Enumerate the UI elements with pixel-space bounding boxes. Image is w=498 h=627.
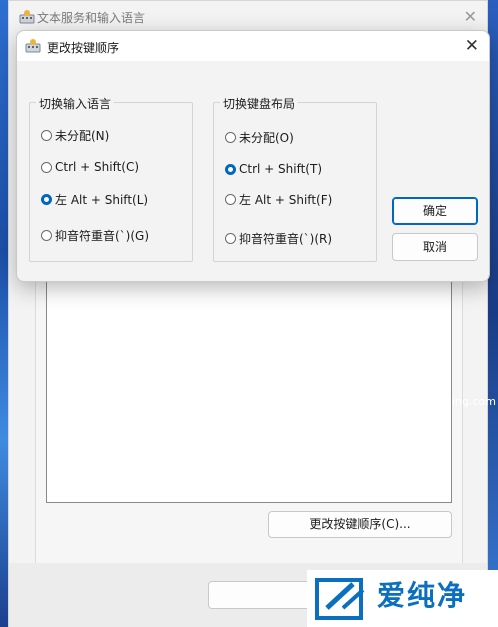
radio-layout-left-alt-shift[interactable]: 左 Alt + Shift(F) <box>225 191 332 207</box>
radio-input-lang-unassigned[interactable]: 未分配(N) <box>41 127 109 143</box>
radio-label: 抑音符重音(`)(R) <box>239 231 333 246</box>
switch-keyboard-layout-group: 切换键盘布局 未分配(O) Ctrl + Shift(T) 左 Alt + Sh… <box>213 95 377 262</box>
radio-label: 未分配(N) <box>55 128 110 143</box>
radio-icon <box>225 232 236 244</box>
radio-label: Ctrl + Shift(T) <box>239 162 323 176</box>
change-key-sequence-dialog: 更改按键顺序 ✕ 切换输入语言 未分配(N) Ctrl + Shift(C) 左… <box>16 30 490 282</box>
radio-layout-grave-accent[interactable]: 抑音符重音(`)(R) <box>225 230 332 246</box>
dialog-title: 更改按键顺序 <box>47 41 120 55</box>
switch-input-language-group: 切换输入语言 未分配(N) Ctrl + Shift(C) 左 Alt + Sh… <box>29 95 193 262</box>
radio-layout-unassigned[interactable]: 未分配(O) <box>225 129 294 145</box>
radio-icon <box>41 161 52 173</box>
watermark-url: aichunjing.com <box>412 395 496 408</box>
close-icon[interactable]: ✕ <box>465 36 479 56</box>
radio-label: 左 Alt + Shift(F) <box>239 192 333 207</box>
radio-icon <box>41 129 52 141</box>
radio-selected-icon <box>225 163 236 175</box>
ok-button[interactable]: 确定 <box>392 197 478 225</box>
radio-label: 未分配(O) <box>239 130 294 145</box>
aichunjing-logo-icon <box>315 578 365 620</box>
radio-layout-ctrl-shift[interactable]: Ctrl + Shift(T) <box>225 161 322 177</box>
close-icon[interactable]: ✕ <box>464 7 477 26</box>
radio-label: Ctrl + Shift(C) <box>55 160 140 174</box>
group-label: 切换键盘布局 <box>220 95 299 112</box>
radio-selected-icon <box>41 193 52 205</box>
radio-icon <box>41 229 52 241</box>
window-titlebar: 文本服务和输入语言 ✕ <box>9 1 487 33</box>
keyboard-icon <box>25 39 41 53</box>
radio-input-lang-ctrl-shift[interactable]: Ctrl + Shift(C) <box>41 159 139 175</box>
installed-services-list[interactable] <box>46 271 452 503</box>
window-title: 文本服务和输入语言 <box>37 11 146 25</box>
keyboard-icon <box>19 10 35 24</box>
radio-input-lang-grave-accent[interactable]: 抑音符重音(`)(G) <box>41 227 149 243</box>
dialog-titlebar: 更改按键顺序 ✕ <box>17 31 489 61</box>
group-label: 切换输入语言 <box>36 95 115 112</box>
watermark-logo-block: 爱纯净 <box>307 570 498 627</box>
cancel-button[interactable]: 取消 <box>392 233 478 261</box>
radio-label: 抑音符重音(`)(G) <box>55 228 150 243</box>
radio-input-lang-left-alt-shift[interactable]: 左 Alt + Shift(L) <box>41 191 148 207</box>
radio-icon <box>225 131 236 143</box>
watermark-brand: 爱纯净 <box>377 579 468 612</box>
radio-icon <box>225 193 236 205</box>
change-key-sequence-button[interactable]: 更改按键顺序(C)... <box>268 511 452 538</box>
radio-label: 左 Alt + Shift(L) <box>55 192 149 207</box>
footer-button[interactable] <box>208 581 318 609</box>
